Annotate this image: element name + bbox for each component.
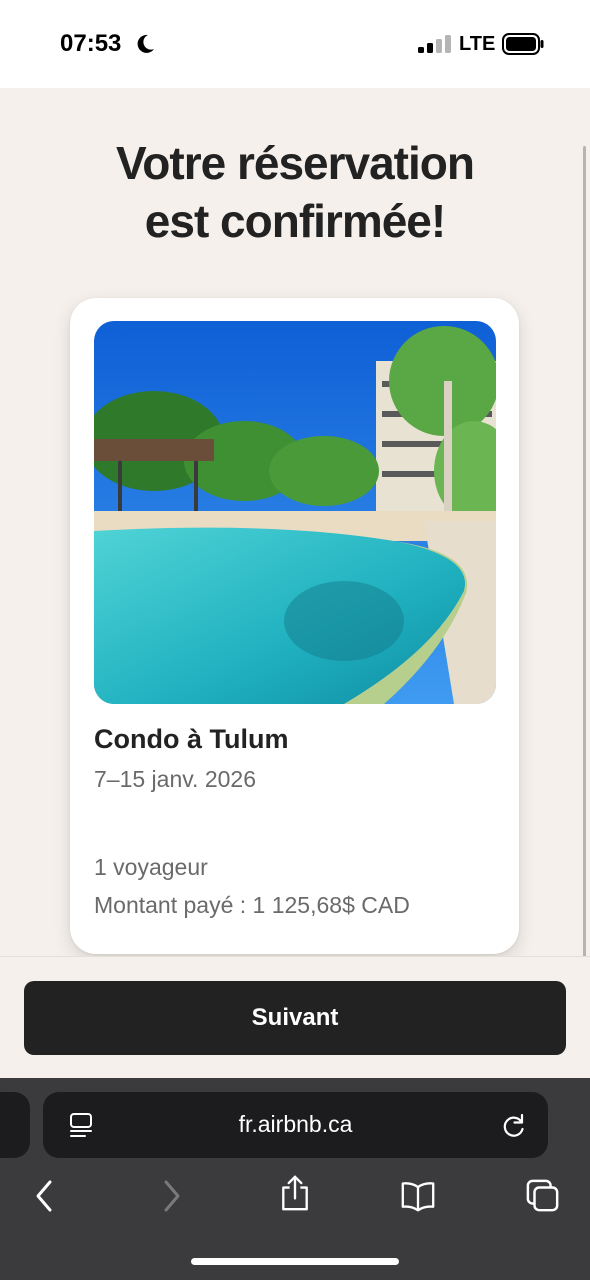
listing-amount: Montant payé : 1 125,68$ CAD [94,892,410,918]
network-label: LTE [459,33,496,55]
listing-photo [94,321,496,704]
page-title: Votre réservation est confirmée! [0,134,590,250]
home-indicator[interactable] [191,1258,399,1265]
footer: Suivant [0,956,590,1078]
forward-icon [164,1180,180,1212]
moon-icon [137,34,154,53]
listing-title: Condo à Tulum [94,724,289,754]
scroll-indicator[interactable] [583,146,586,1046]
signal-icon [418,35,451,53]
next-button[interactable]: Suivant [24,981,566,1055]
reload-icon[interactable] [501,1112,527,1138]
headline-line-2: est confirmée! [144,195,446,247]
bookmarks-icon[interactable] [401,1178,435,1214]
reservation-card: Condo à Tulum 7–15 janv. 2026 1 voyageur… [70,298,519,954]
url-text[interactable]: fr.airbnb.ca [43,1111,548,1138]
pool-photo [94,321,496,704]
share-icon[interactable] [278,1175,312,1211]
browser-toolbar: fr.airbnb.ca [0,1078,590,1280]
listing-guests: 1 voyageur [94,854,208,880]
battery-icon [502,33,544,55]
listing-dates: 7–15 janv. 2026 [94,766,256,792]
status-time: 07:53 [60,30,122,57]
address-bar[interactable]: fr.airbnb.ca [43,1092,548,1158]
tabs-icon[interactable] [526,1178,560,1214]
status-bar: 07:53 LTE [0,0,590,88]
previous-tab-edge[interactable] [0,1092,30,1158]
headline-line-1: Votre réservation [116,137,475,189]
back-icon[interactable] [28,1178,62,1214]
